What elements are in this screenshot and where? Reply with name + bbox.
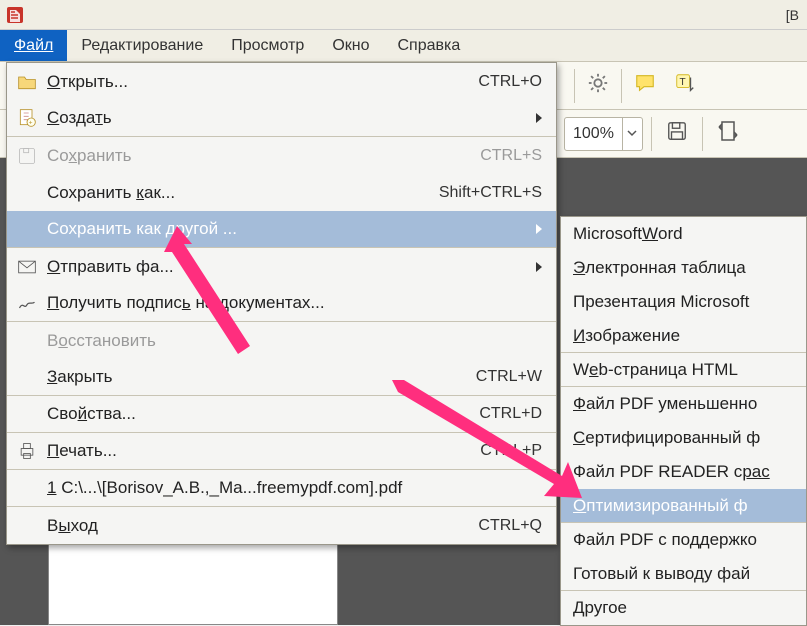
- submenu-item-other[interactable]: Другое: [561, 591, 806, 625]
- menu-item-recent-1[interactable]: 1 C:\...\[Borisov_A.B.,_Ma...freemypdf.c…: [7, 470, 556, 507]
- gear-icon: [587, 72, 609, 99]
- menu-item-save-shortcut: CTRL+S: [480, 147, 542, 165]
- menu-item-saveas-other[interactable]: Сохранить как другой ...: [7, 211, 556, 248]
- menu-item-print[interactable]: Печать... CTRL+P: [7, 433, 556, 470]
- menu-item-recent-1-label: 1 C:\...\[Borisov_A.B.,_Ma...freemypdf.c…: [47, 478, 542, 498]
- submenu-arrow-icon: [536, 113, 542, 123]
- titlebar: [В: [0, 0, 807, 30]
- menu-item-properties-shortcut: CTRL+D: [479, 405, 542, 423]
- menu-item-properties[interactable]: Свойства... CTRL+D: [7, 396, 556, 433]
- menu-item-create[interactable]: + Создать: [7, 100, 556, 137]
- folder-open-icon: [15, 70, 39, 94]
- menu-item-close-shortcut: CTRL+W: [476, 368, 542, 386]
- menu-item-close[interactable]: Закрыть CTRL+W: [7, 359, 556, 396]
- toolbar-comment-button[interactable]: [628, 69, 662, 103]
- saveas-other-submenu: Microsoft Word Электронная таблица Презе…: [560, 216, 807, 626]
- submenu-item-readerpdf[interactable]: Файл PDF READER с рас: [561, 455, 806, 489]
- toolbar-fit-page-button[interactable]: [711, 117, 745, 151]
- menu-edit[interactable]: Редактирование: [67, 30, 217, 61]
- window-title: [В: [786, 7, 801, 23]
- menu-help[interactable]: Справка: [384, 30, 475, 61]
- menu-item-exit-shortcut: CTRL+Q: [478, 517, 542, 535]
- menu-item-saveas-label: Сохранить как...: [47, 183, 439, 203]
- submenu-item-image[interactable]: Изображение: [561, 319, 806, 353]
- menu-item-save-label: Сохранить: [47, 146, 480, 166]
- zoom-control[interactable]: 100%: [564, 117, 643, 151]
- save-disk-icon: [666, 120, 688, 147]
- menu-item-saveas-shortcut: Shift+CTRL+S: [439, 184, 542, 202]
- floppy-disk-icon: [15, 144, 39, 168]
- envelope-icon: [15, 255, 39, 279]
- submenu-arrow-icon: [536, 262, 542, 272]
- signature-icon: [15, 291, 39, 315]
- file-menu-dropdown: Открыть... CTRL+O + Создать Сохранить CT…: [6, 62, 557, 545]
- menu-item-exit-label: Выход: [47, 516, 478, 536]
- submenu-item-archivepdf[interactable]: Файл PDF с поддержко: [561, 523, 806, 557]
- menubar: Файл Редактирование Просмотр Окно Справк…: [0, 30, 807, 62]
- menu-item-close-label: Закрыть: [47, 367, 476, 387]
- menu-file[interactable]: Файл: [0, 30, 67, 61]
- menu-item-open-shortcut: CTRL+O: [478, 73, 542, 91]
- menu-item-open-label: Открыть...: [47, 72, 478, 92]
- submenu-item-html[interactable]: Web-страница HTML: [561, 353, 806, 387]
- menu-item-getsign-label: Получить подпись на документах...: [47, 293, 542, 313]
- menu-item-restore: Восстановить: [7, 322, 556, 359]
- menu-item-properties-label: Свойства...: [47, 404, 479, 424]
- menu-item-send-label: Отправить фа...: [47, 257, 528, 277]
- zoom-dropdown-arrow[interactable]: [622, 118, 642, 150]
- menu-item-send[interactable]: Отправить фа...: [7, 248, 556, 285]
- fit-page-icon: [716, 119, 740, 148]
- chevron-down-icon: [627, 125, 637, 143]
- menu-window[interactable]: Окно: [318, 30, 383, 61]
- text-cursor-icon: T: [674, 72, 696, 99]
- menu-item-exit[interactable]: Выход CTRL+Q: [7, 507, 556, 544]
- toolbar-save-button[interactable]: [660, 117, 694, 151]
- menu-item-print-shortcut: CTRL+P: [480, 442, 542, 460]
- menu-item-saveas-other-label: Сохранить как другой ...: [47, 219, 528, 239]
- menu-view[interactable]: Просмотр: [217, 30, 318, 61]
- svg-text:T: T: [680, 77, 686, 88]
- menu-item-saveas[interactable]: Сохранить как... Shift+CTRL+S: [7, 174, 556, 211]
- submenu-item-optimized[interactable]: Оптимизированный ф: [561, 489, 806, 523]
- toolbar-gear-button[interactable]: [581, 69, 615, 103]
- toolbar-text-cursor-button[interactable]: T: [668, 69, 702, 103]
- speech-bubble-icon: [634, 72, 656, 99]
- submenu-item-certpdf[interactable]: Сертифицированный ф: [561, 421, 806, 455]
- submenu-item-word[interactable]: Microsoft Word: [561, 217, 806, 251]
- menu-item-print-label: Печать...: [47, 441, 480, 461]
- submenu-item-flattened[interactable]: Готовый к выводу фай: [561, 557, 806, 591]
- submenu-item-powerpoint[interactable]: Презентация Microsoft: [561, 285, 806, 319]
- menu-item-create-label: Создать: [47, 108, 528, 128]
- menu-item-restore-label: Восстановить: [47, 331, 542, 351]
- zoom-value: 100%: [565, 125, 622, 143]
- submenu-item-reducedpdf[interactable]: Файл PDF уменьшенно: [561, 387, 806, 421]
- printer-icon: [15, 439, 39, 463]
- submenu-arrow-icon: [536, 224, 542, 234]
- menu-item-open[interactable]: Открыть... CTRL+O: [7, 63, 556, 100]
- submenu-item-spreadsheet[interactable]: Электронная таблица: [561, 251, 806, 285]
- menu-item-save: Сохранить CTRL+S: [7, 137, 556, 174]
- svg-text:+: +: [29, 120, 33, 127]
- menu-item-getsign[interactable]: Получить подпись на документах...: [7, 285, 556, 322]
- create-document-icon: +: [15, 106, 39, 130]
- pdf-app-icon: [6, 6, 24, 24]
